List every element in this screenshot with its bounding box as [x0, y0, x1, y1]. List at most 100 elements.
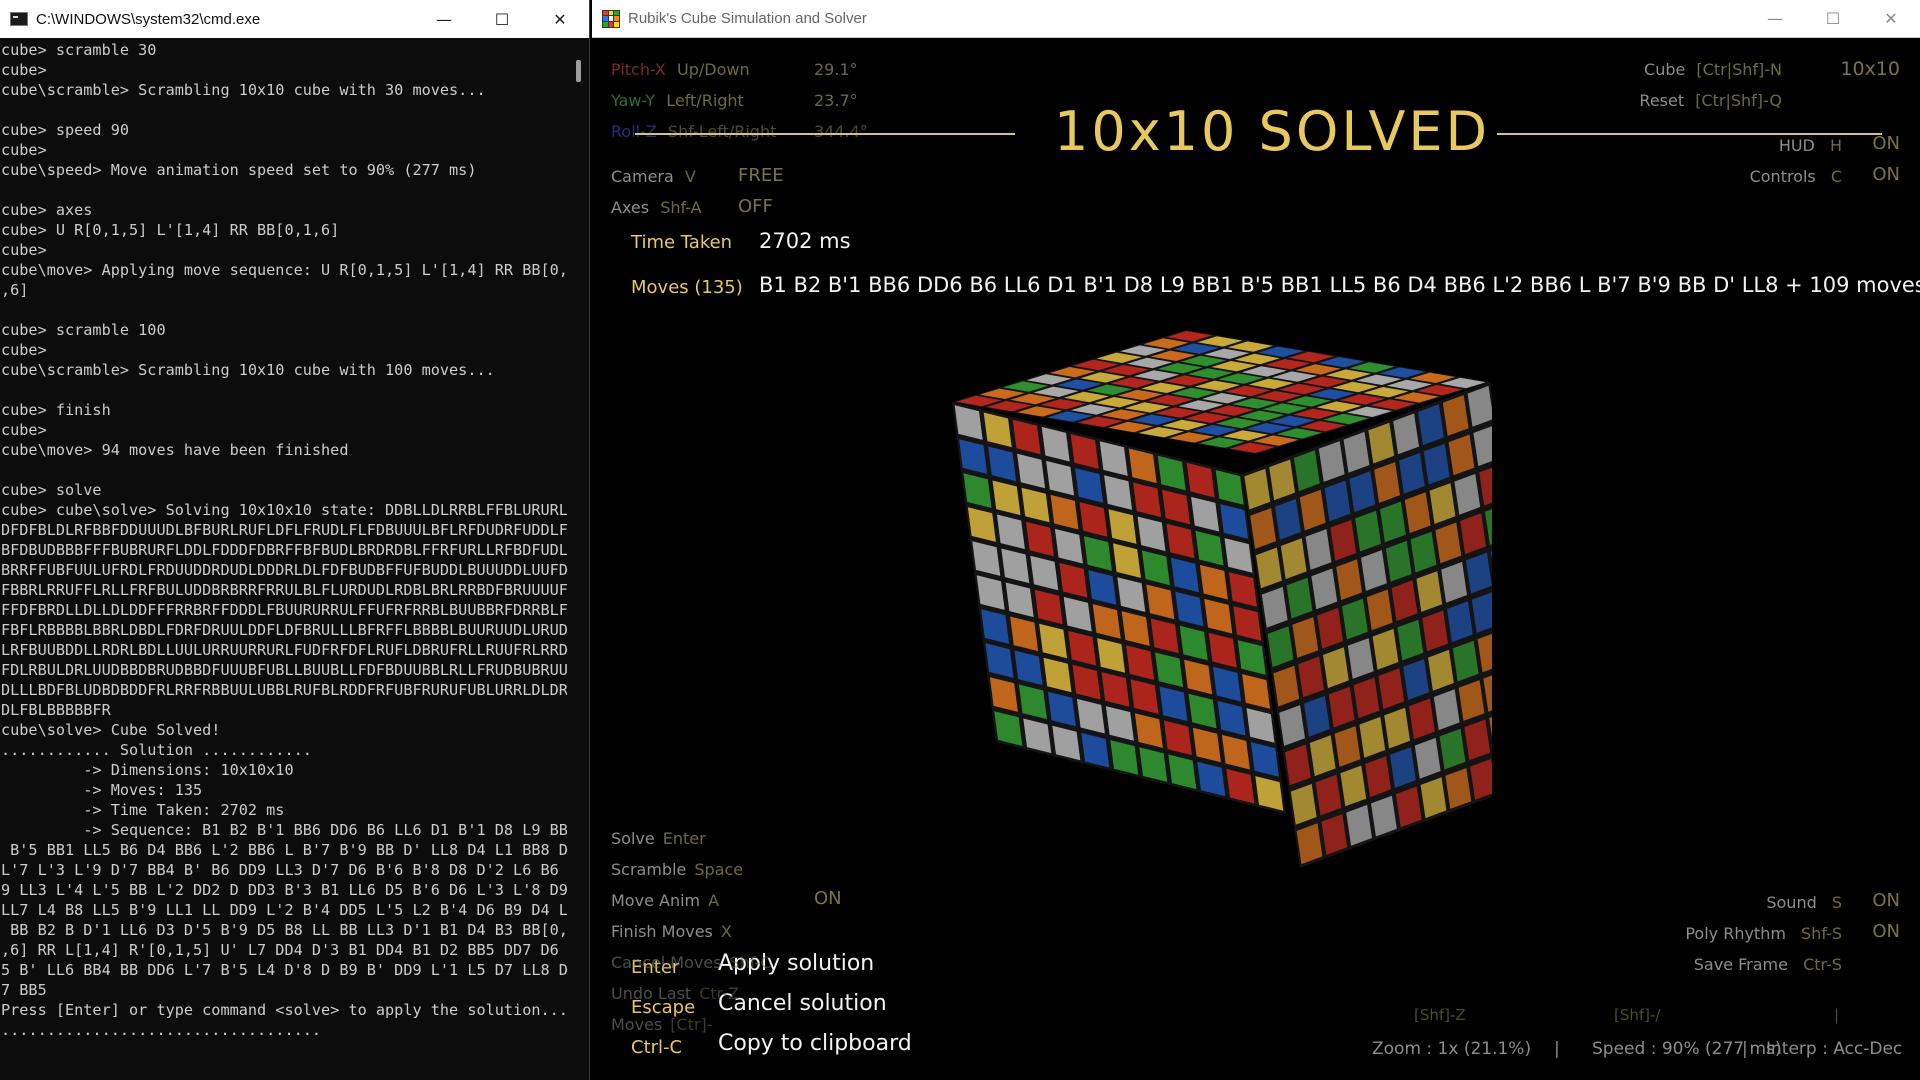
console-line: BRRFFUBFUULUFRDLFRDUUDDRDUDLDDDRLDLFDFBU…: [1, 561, 567, 579]
hud-camera-key: V: [684, 167, 696, 186]
control-key: X: [720, 922, 732, 941]
cube-app-icon: [602, 9, 620, 28]
hud-axes[interactable]: Axes Shf-A: [611, 198, 702, 217]
console-line: cube>: [1, 421, 47, 439]
console-line: cube> solve: [1, 481, 102, 499]
hud-cube[interactable]: Cube [Ctr|Shf]-N: [1644, 60, 1782, 79]
moves-label: Moves (135): [631, 277, 743, 298]
hud-camera-value: FREE: [738, 165, 784, 186]
control-label: Cancel Moves: [611, 953, 722, 972]
hud-save-frame[interactable]: Save Frame Ctr-S: [1694, 955, 1842, 974]
console-line: cube> scramble 100: [1, 321, 166, 339]
control-label: Move Anim: [611, 891, 701, 910]
control-row[interactable]: Moves [Ctr]-: [611, 1015, 713, 1034]
control-row[interactable]: Scramble Space: [611, 860, 743, 879]
control-row[interactable]: Undo Last Ctr-Z: [611, 984, 739, 1003]
hud-pipe: |: [1834, 1006, 1840, 1024]
console-line: FFDFBRDLLDLLDLDDFFFRRBRFFDDDLFBUURURRULF…: [1, 601, 567, 619]
rubik-window[interactable]: Rubik's Cube Simulation and Solver — ☐ ✕…: [592, 0, 1920, 1080]
console-line: cube>: [1, 141, 47, 159]
console-line: cube\scramble> Scrambling 10x10 cube wit…: [1, 81, 486, 99]
hud-poly-key: Shf-S: [1801, 924, 1842, 943]
rubik-title: Rubik's Cube Simulation and Solver: [628, 10, 867, 27]
cube-left-face: [952, 402, 1286, 814]
minimize-icon[interactable]: —: [415, 0, 473, 38]
console-scrollbar[interactable]: [576, 60, 581, 82]
status-zoom: Zoom : 1x (21.1%): [1372, 1039, 1532, 1059]
hud-roll-key: Shf-Left/Right: [667, 122, 777, 141]
hint-copy-clipboard[interactable]: Copy to clipboard: [718, 1031, 912, 1056]
hint-cancel-solution[interactable]: Cancel solution: [718, 991, 887, 1016]
hud-reset-key: [Ctr|Shf]-Q: [1695, 91, 1782, 110]
maximize-icon[interactable]: ☐: [473, 0, 531, 38]
console-line: FBBRLRRUFFLRLLFRFBULUDDBRBRRFRRULBLFLURD…: [1, 581, 567, 599]
console-line: 9 LL3 L'4 L'5 BB L'2 DD2 D DD3 B'3 B1 LL…: [1, 881, 567, 899]
console-line: L'7 L'3 L'9 D'7 BB4 B' B6 DD9 LL3 D'7 D6…: [1, 861, 567, 879]
control-label: Solve: [611, 829, 655, 848]
control-row[interactable]: Finish Moves X: [611, 922, 732, 941]
console-line: cube> axes: [1, 201, 93, 219]
hud-hud-key: H: [1829, 136, 1842, 155]
console-line: cube> U R[0,1,5] L'[1,4] RR BB[0,1,6]: [1, 221, 340, 239]
console-line: cube\move> 94 moves have been finished: [1, 441, 349, 459]
hud-controls-label: Controls: [1749, 167, 1816, 186]
hud-hud-toggle[interactable]: HUD H: [1779, 136, 1842, 155]
maximize-icon[interactable]: ☐: [1804, 0, 1862, 38]
hud-yaw: Yaw-Y Left/Right: [611, 91, 744, 110]
cmd-titlebar[interactable]: C:\WINDOWS\system32\cmd.exe — ☐ ✕: [0, 0, 589, 38]
hud-yaw-value: 23.7°: [814, 91, 858, 110]
minimize-icon[interactable]: —: [1746, 0, 1804, 38]
status-speed: Speed : 90% (277 ms): [1592, 1039, 1782, 1059]
console-line: -> Time Taken: 2702 ms: [1, 801, 285, 819]
hud-pitch-label: Pitch-X: [611, 60, 666, 79]
rubik-titlebar[interactable]: Rubik's Cube Simulation and Solver — ☐ ✕: [592, 0, 1920, 38]
console-line: 5 B' LL6 BB4 BB DD6 L'7 B'5 L4 D'8 D B9 …: [1, 961, 567, 979]
console-line: B'5 BB1 LL5 B6 D4 BB6 L'2 BB6 L B'7 B'9 …: [1, 841, 567, 859]
control-key: Enter: [662, 829, 706, 848]
console-line: cube> cube\solve> Solving 10x10x10 state…: [1, 501, 567, 519]
control-key: A: [708, 891, 720, 910]
console-line: cube\move> Applying move sequence: U R[0…: [1, 261, 567, 279]
hud-controls-toggle[interactable]: Controls C: [1750, 167, 1842, 186]
hud-shf-slash: [Shf]-/: [1614, 1006, 1661, 1024]
hud-pitch-value: 29.1°: [814, 60, 858, 79]
console-line: ,6] RR L[1,4] R'[0,1,5] U' L7 DD4 D'3 B1…: [1, 941, 567, 959]
control-row[interactable]: Move Anim A: [611, 891, 719, 910]
rubiks-cube-3d[interactable]: [952, 320, 1492, 880]
hud-hud-value: ON: [1872, 133, 1900, 154]
control-label: Scramble: [611, 860, 687, 879]
hud-camera[interactable]: Camera V: [611, 167, 696, 186]
hud-sound-value: ON: [1872, 890, 1900, 911]
solved-banner: 10x10 SOLVED: [1054, 100, 1491, 163]
control-label: Moves: [611, 1015, 663, 1034]
hud-reset[interactable]: Reset [Ctr|Shf]-Q: [1639, 91, 1782, 110]
hud-shf-z: [Shf]-Z: [1414, 1006, 1466, 1024]
control-row[interactable]: Cancel Moves Shf-C: [611, 953, 772, 972]
hud-poly-rhythm[interactable]: Poly Rhythm Shf-S: [1685, 924, 1842, 943]
hud-hud-label: HUD: [1778, 136, 1815, 155]
control-label: Undo Last: [611, 984, 692, 1003]
control-key: Space: [694, 860, 744, 879]
console-line: FDLRBULDRLUUDBBDBRUDBBDFUUUBFUBLLBUUBLLF…: [1, 661, 567, 679]
hud-cube-size: 10x10: [1840, 58, 1900, 80]
control-row[interactable]: Solve Enter: [611, 829, 706, 848]
control-key: Shf-C: [729, 953, 772, 972]
hud-pitch-key: Up/Down: [676, 60, 750, 79]
close-icon[interactable]: ✕: [531, 0, 589, 38]
console-output[interactable]: cube> scramble 30 cube> cube\scramble> Scr…: [0, 38, 567, 1080]
console-line: DLLLBDFBLUDBDBDDFRLRRFRBBUULUBBLRUFBLRDD…: [1, 681, 567, 699]
console-line: -> Dimensions: 10x10x10: [1, 761, 294, 779]
console-line: BFDBUDBBBFFFBUBRURFLDDLFDDDFDBRFFBFBUDLB…: [1, 541, 567, 559]
console-line: cube>: [1, 61, 47, 79]
close-icon[interactable]: ✕: [1862, 0, 1920, 38]
status-interp: Interp : Acc-Dec: [1766, 1039, 1903, 1059]
hud-save-key: Ctr-S: [1803, 955, 1842, 974]
hud-sound[interactable]: Sound S: [1766, 893, 1842, 912]
hud-axes-value: OFF: [738, 196, 773, 217]
cmd-window[interactable]: C:\WINDOWS\system32\cmd.exe — ☐ ✕ cube> …: [0, 0, 590, 1080]
hint-ctrlc-key: Ctrl-C: [631, 1037, 683, 1058]
console-line: cube>: [1, 241, 47, 259]
